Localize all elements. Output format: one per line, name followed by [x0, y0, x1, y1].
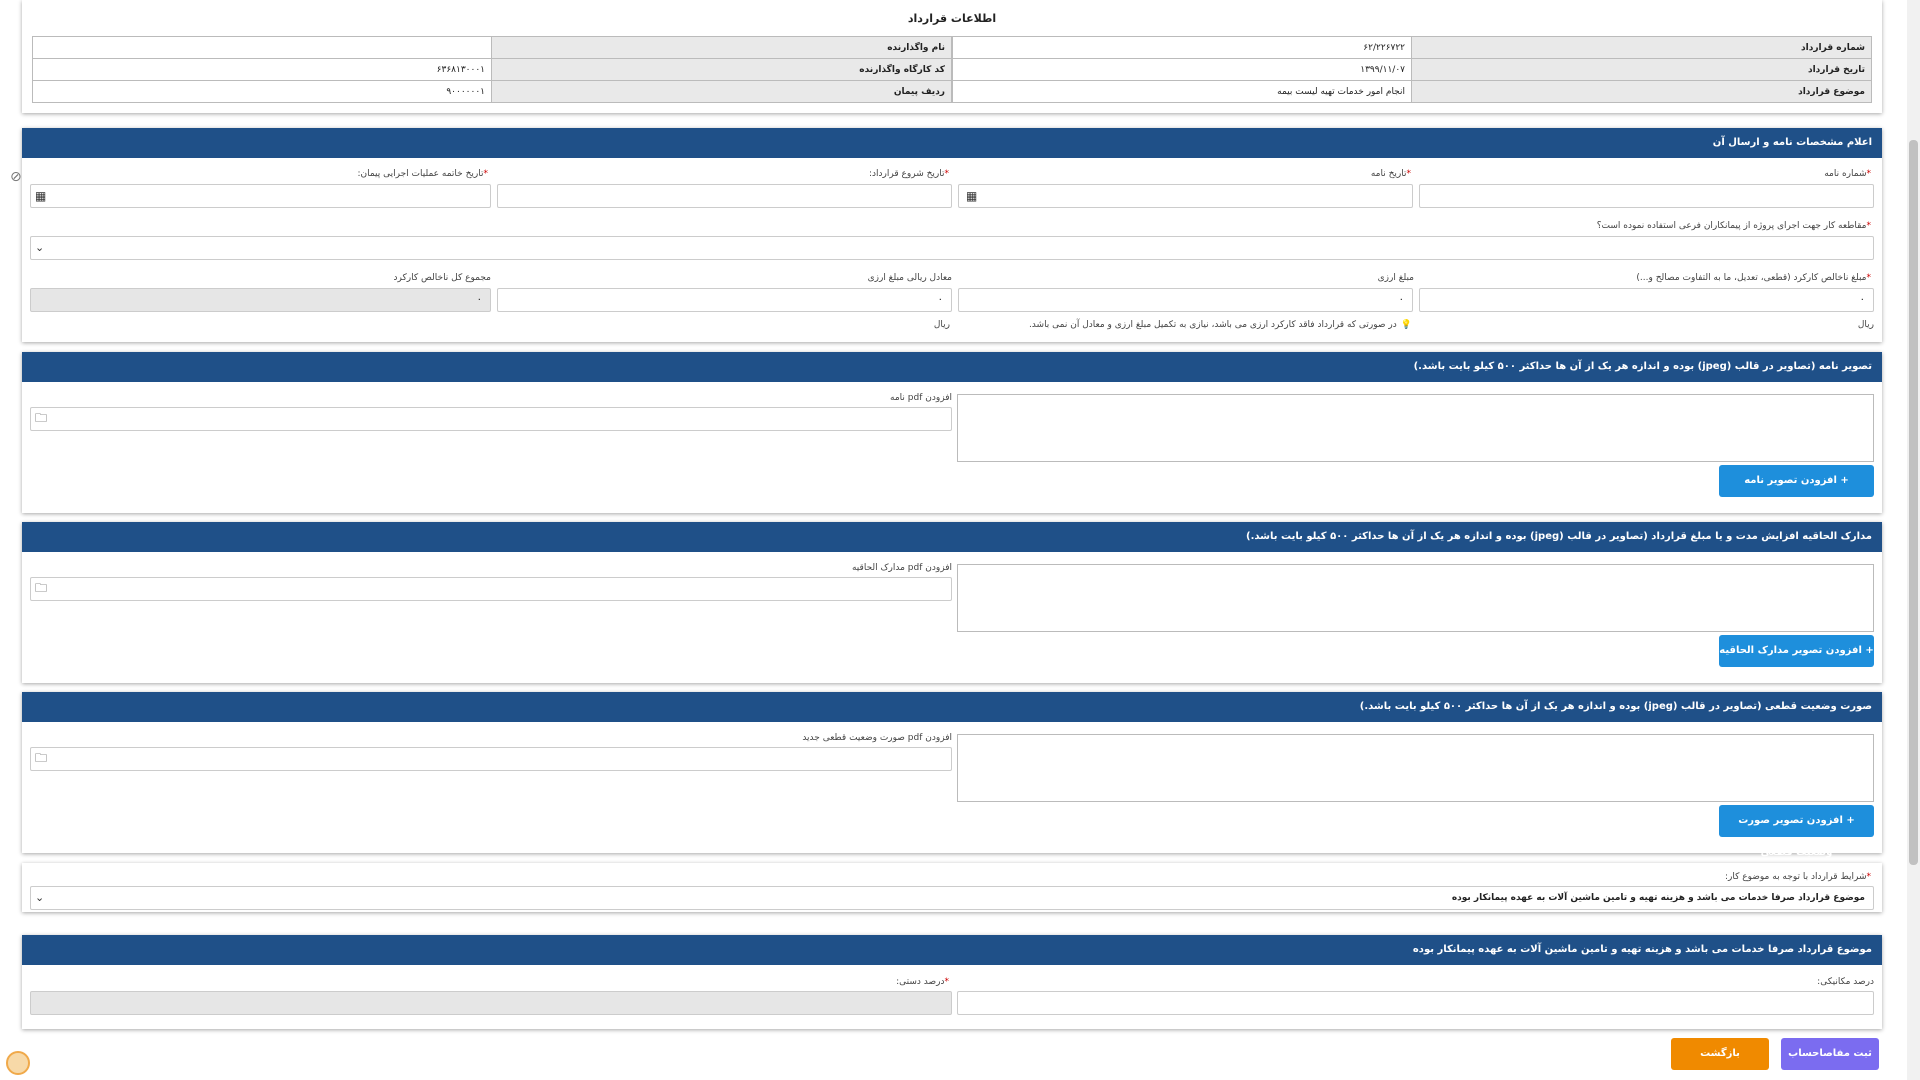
- calendar-icon[interactable]: ▦: [966, 190, 977, 202]
- total-gross-label: مجموع کل ناخالص کارکرد: [393, 273, 492, 283]
- scrollbar-thumb[interactable]: [1909, 140, 1918, 865]
- letter-pdf-label: افزودن pdf نامه: [890, 393, 952, 403]
- letter-number-input[interactable]: [1419, 184, 1874, 208]
- chat-icon[interactable]: [6, 1051, 30, 1075]
- table-row: موضوع قرارداد انجام امور خدمات تهیه لیست …: [952, 80, 1872, 103]
- conditions-select[interactable]: موضوع قرارداد صرفا خدمات می باشد و هزینه…: [30, 886, 1874, 910]
- total-gross-input: ۰: [30, 288, 491, 312]
- start-date-label: *تاریخ شروع قرارداد:: [868, 169, 949, 179]
- amendment-image-dropzone[interactable]: [957, 564, 1874, 632]
- manual-percent-input: [30, 991, 952, 1015]
- table-row: تاریخ قرارداد ۱۳۹۹/۱۱/۰۷: [952, 58, 1872, 81]
- rial-equivalent-label: معادل ریالی مبلغ ارزی: [867, 273, 952, 283]
- assignor-workshop-code-value: ۶۳۶۸۱۳۰۰۰۱: [32, 58, 492, 81]
- subject-header: موضوع قرارداد صرفا خدمات می باشد و هزینه…: [22, 935, 1882, 965]
- assignor-name-label: نام واگذارنده: [491, 36, 952, 59]
- chevron-down-icon[interactable]: ⌄: [35, 242, 44, 253]
- contract-subject-label: موضوع قرارداد: [1411, 80, 1872, 103]
- currency-amount-input[interactable]: ۰: [958, 288, 1413, 312]
- contract-number-label: شماره قرارداد: [1411, 36, 1872, 59]
- table-row: نام واگذارنده: [32, 36, 952, 59]
- rial-equivalent-input[interactable]: ۰: [497, 288, 952, 312]
- assignor-name-value: [32, 36, 492, 59]
- final-statement-card: صورت وضعیت قطعی (تصاویر در قالب (jpeg) ب…: [22, 692, 1882, 858]
- letter-spec-card: اعلام مشخصات نامه و ارسال آن *شماره نامه…: [22, 128, 1882, 342]
- contract-info-table-right: شماره قرارداد ۶۲/۲۲۶۷۲۲ تاریخ قرارداد ۱۳۹۹…: [952, 36, 1872, 103]
- add-letter-image-button[interactable]: + افزودن تصویر نامه: [1719, 465, 1874, 497]
- folder-icon[interactable]: 🗀: [35, 752, 47, 764]
- letter-image-header: تصویر نامه (تصاویر در قالب (jpeg) بوده و…: [22, 352, 1882, 382]
- contract-subject-value: انجام امور خدمات تهیه لیست بیمه: [952, 80, 1412, 103]
- currency-amount-label: مبلغ ارزی: [1377, 273, 1414, 283]
- back-button[interactable]: بازگشت: [1671, 1038, 1769, 1070]
- add-amendment-image-button[interactable]: + افزودن تصویر مدارک الحاقیه: [1719, 635, 1874, 667]
- contract-date-value: ۱۳۹۹/۱۱/۰۷: [952, 58, 1412, 81]
- table-row: کد کارگاه واگذارنده ۶۳۶۸۱۳۰۰۰۱: [32, 58, 952, 81]
- conditions-card: *شرایط قرارداد با توجه به موضوع کار: موض…: [22, 863, 1882, 912]
- rial-unit-label-2: ریال: [933, 320, 950, 330]
- final-statement-pdf-input[interactable]: [30, 747, 952, 771]
- start-date-input[interactable]: [497, 184, 952, 208]
- end-date-input[interactable]: [30, 184, 491, 208]
- assignor-workshop-code-label: کد کارگاه واگذارنده: [491, 58, 952, 81]
- amendment-card: مدارک الحاقیه افزایش مدت و یا مبلغ قرارد…: [22, 522, 1882, 683]
- amendment-header: مدارک الحاقیه افزایش مدت و یا مبلغ قرارد…: [22, 522, 1882, 552]
- amendment-pdf-label: افزودن pdf مدارک الحاقیه: [851, 563, 952, 573]
- letter-number-label: *شماره نامه: [1824, 169, 1871, 179]
- visibility-off-icon[interactable]: ⊘: [10, 170, 22, 184]
- letter-date-label: *تاریخ نامه: [1370, 169, 1411, 179]
- subject-card: موضوع قرارداد صرفا خدمات می باشد و هزینه…: [22, 935, 1882, 1029]
- calendar-icon[interactable]: ▦: [35, 190, 46, 202]
- final-statement-pdf-label: افزودن pdf صورت وضعیت قطعی جدید: [802, 733, 952, 743]
- letter-date-input[interactable]: [958, 184, 1413, 208]
- submit-button[interactable]: ثبت مفاصاحساب: [1781, 1038, 1879, 1070]
- table-row: شماره قرارداد ۶۲/۲۲۶۷۲۲: [952, 36, 1872, 59]
- conditions-label: *شرایط قرارداد با توجه به موضوع کار:: [1724, 872, 1871, 882]
- chevron-down-icon[interactable]: ⌄: [35, 892, 44, 903]
- contract-row-value: ۹۰۰۰۰۰۰۱: [32, 80, 492, 103]
- page: اطلاعات قرارداد شماره قرارداد ۶۲/۲۲۶۷۲۲ ت…: [0, 0, 1920, 1080]
- subcontract-label: *مقاطعه کار جهت اجرای پروژه از پیمانکارا…: [1596, 221, 1871, 231]
- machinery-percent-label: درصد مکانیکی:: [1817, 977, 1874, 987]
- letter-image-dropzone[interactable]: [957, 394, 1874, 462]
- folder-icon[interactable]: 🗀: [35, 412, 47, 424]
- letter-spec-header: اعلام مشخصات نامه و ارسال آن: [22, 128, 1882, 158]
- lightbulb-icon: 💡: [1400, 320, 1412, 330]
- final-statement-header: صورت وضعیت قطعی (تصاویر در قالب (jpeg) ب…: [22, 692, 1882, 722]
- subcontract-select[interactable]: [30, 236, 1874, 260]
- amendment-pdf-input[interactable]: [30, 577, 952, 601]
- gross-amount-input[interactable]: ۰: [1419, 288, 1874, 312]
- table-row: ردیف پیمان ۹۰۰۰۰۰۰۱: [32, 80, 952, 103]
- contract-row-label: ردیف پیمان: [491, 80, 952, 103]
- manual-percent-label: *درصد دستی:: [896, 977, 949, 987]
- end-date-label: *تاریخ خاتمه عملیات اجرایی پیمان:: [357, 169, 488, 179]
- contract-date-label: تاریخ قرارداد: [1411, 58, 1872, 81]
- letter-image-card: تصویر نامه (تصاویر در قالب (jpeg) بوده و…: [22, 352, 1882, 513]
- rial-unit-label: ریال: [1857, 320, 1874, 330]
- machinery-percent-input[interactable]: [957, 991, 1874, 1015]
- folder-icon[interactable]: 🗀: [35, 582, 47, 594]
- contract-info-card: اطلاعات قرارداد شماره قرارداد ۶۲/۲۲۶۷۲۲ ت…: [22, 0, 1882, 113]
- contract-info-title: اطلاعات قرارداد: [907, 12, 997, 25]
- contract-info-table-left: نام واگذارنده کد کارگاه واگذارنده ۶۳۶۸۱۳۰…: [32, 36, 952, 103]
- currency-hint: 💡در صورتی که قرارداد فاقد کارکرد ارزی می…: [1028, 320, 1412, 330]
- final-statement-image-dropzone[interactable]: [957, 734, 1874, 802]
- gross-amount-label: *مبلغ ناخالص کارکرد (قطعی، تعدیل، ما به …: [1636, 273, 1871, 283]
- letter-pdf-input[interactable]: [30, 407, 952, 431]
- add-final-statement-image-button[interactable]: + افزودن تصویر صورت وضعیت قطعی: [1719, 805, 1874, 858]
- contract-number-value: ۶۲/۲۲۶۷۲۲: [952, 36, 1412, 59]
